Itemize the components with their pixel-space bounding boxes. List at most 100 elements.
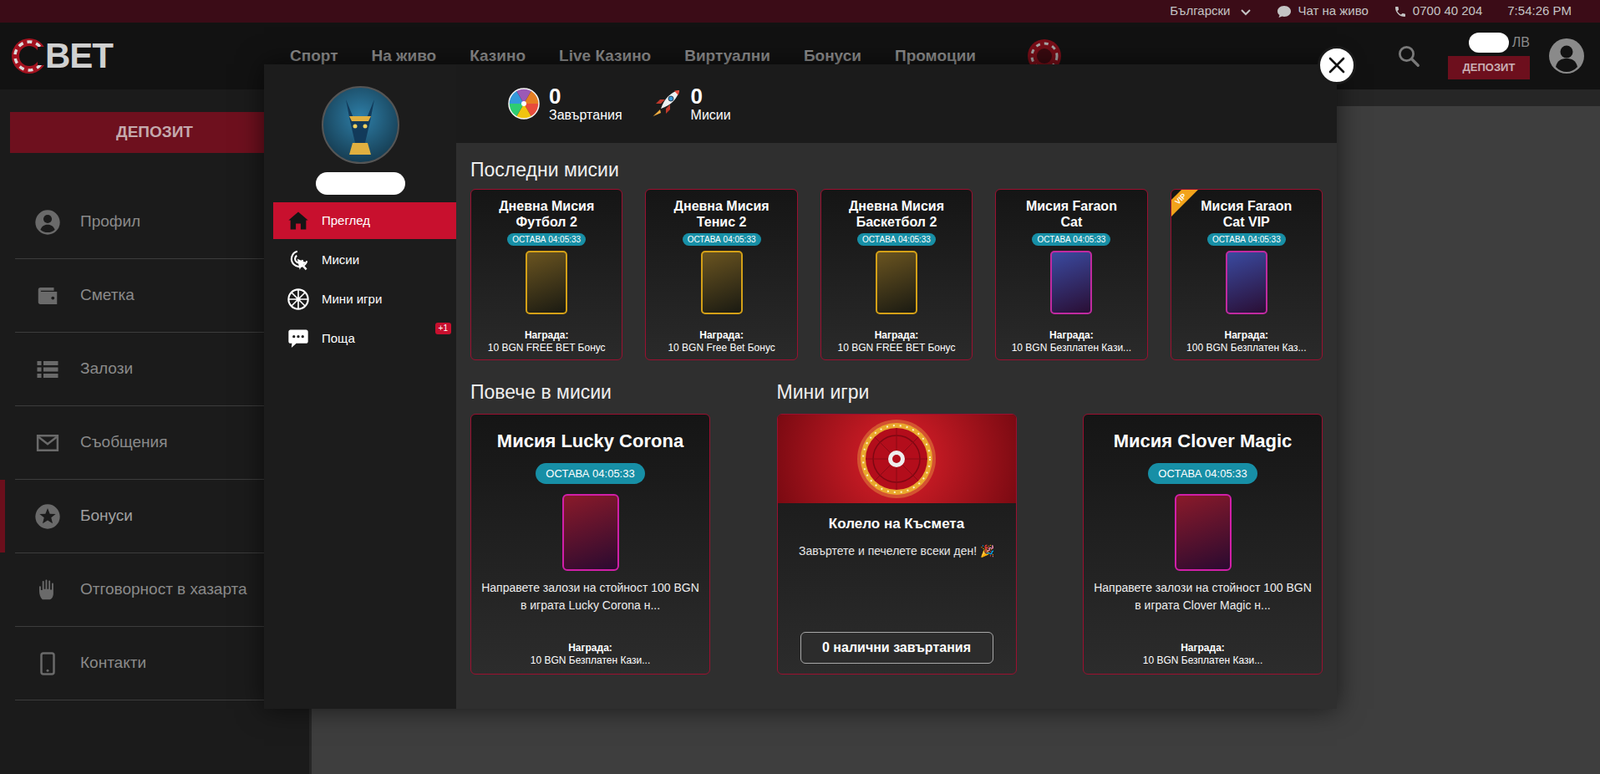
sidebar-item[interactable]: Контакти [15, 626, 301, 701]
mini-game-card[interactable]: Колело на КъсметаЗавъртете и печелете вс… [777, 413, 1017, 675]
chevron-down-icon [1239, 5, 1252, 18]
envelope-icon [33, 428, 62, 458]
header-deposit-button[interactable]: ДЕПОЗИТ [1447, 55, 1530, 80]
game-description: Завъртете и печелете всеки ден! 🎉 [790, 543, 1003, 559]
mission-card[interactable]: Мисия Clover MagicОСТАВА 04:05:33Направе… [1082, 413, 1323, 675]
reward-label: Награда: [524, 324, 569, 342]
clock: 7:54:26 PM [1507, 1, 1572, 21]
mission-title-line: Мисия Faraon [1026, 198, 1118, 214]
avatar[interactable] [321, 86, 400, 164]
mission-card[interactable]: Дневна МисияФутбол 2ОСТАВА 04:05:33Награ… [470, 188, 623, 361]
mission-title-line: Cat VIP [1223, 213, 1270, 230]
stat: 0Завъртания [507, 84, 623, 123]
timer-badge: ОСТАВА 04:05:33 [1207, 233, 1286, 246]
star-icon [33, 502, 62, 531]
mission-title-line: Баскетбол 2 [856, 213, 938, 230]
currency-label: ЛВ [1512, 32, 1530, 53]
modal-content: 0Завъртания0МисииПоследни мисииДневна Ми… [456, 64, 1337, 709]
modal-menu-label[interactable]: Преглед [321, 211, 371, 231]
mission-image [1174, 493, 1232, 571]
mission-title-line: Тенис 2 [696, 213, 747, 230]
hand-icon [33, 575, 62, 605]
sidebar-item[interactable]: Съобщения [15, 406, 301, 480]
close-icon [1327, 55, 1347, 75]
mission-card[interactable]: Мисия Lucky CoronaОСТАВА 04:05:33Направе… [470, 413, 711, 675]
live-chat-link[interactable]: Чат на живо [1276, 1, 1368, 21]
timer-badge: ОСТАВА 04:05:33 [682, 233, 762, 246]
reward-text: 10 BGN FREE BET Бонус [484, 341, 610, 355]
modal-menu-item[interactable]: Поща +1 [273, 320, 457, 357]
timer-badge: ОСТАВА 04:05:33 [857, 233, 936, 246]
sidebar-deposit-button[interactable]: ДЕПОЗИТ [10, 111, 300, 153]
live-chat-label[interactable]: Чат на живо [1297, 1, 1368, 21]
sidebar-item-label[interactable]: Залози [80, 356, 133, 381]
spin-button[interactable]: 0 налични завъртания [800, 631, 994, 664]
mission-title-line: Cat [1061, 213, 1083, 230]
mission-description: Направете залози на стойност 100 BGN в и… [471, 579, 710, 615]
sidebar-item[interactable]: Сметка [15, 259, 301, 333]
stat-label: Мисии [690, 107, 732, 123]
chat-icon [286, 326, 310, 351]
sidebar-item-label[interactable]: Отговорност в хазарта [80, 577, 248, 602]
mission-card[interactable]: Дневна МисияТенис 2ОСТАВА 04:05:33Наград… [645, 188, 798, 361]
phone-number[interactable]: 0700 40 204 [1412, 1, 1483, 21]
sidebar-item-label[interactable]: Бонуси [80, 503, 133, 529]
stat-value: 0 [548, 84, 623, 108]
mission-title: Мисия FaraonCat VIP [1200, 198, 1292, 230]
profile-icon [1548, 37, 1585, 75]
mission-title: Дневна МисияФутбол 2 [498, 198, 595, 230]
header-actions: ЛВДЕПОЗИТ [1396, 32, 1585, 80]
sidebar-item[interactable]: Профил [15, 185, 301, 260]
reward-text: 10 BGN FREE BET Бонус [834, 341, 960, 355]
logo[interactable]: BET [10, 36, 113, 76]
close-button[interactable] [1317, 45, 1357, 85]
reward-label: Награда: [1049, 324, 1094, 342]
modal-menu-item[interactable]: Преглед [273, 202, 457, 239]
mission-description: Направете залози на стойност 100 BGN в и… [1083, 579, 1322, 615]
rocket-icon [649, 86, 683, 121]
sidebar-item-label[interactable]: Съобщения [80, 430, 168, 455]
notification-badge: +1 [435, 322, 452, 335]
language-label[interactable]: Български [1169, 1, 1230, 21]
timer-badge: ОСТАВА 04:05:33 [535, 462, 645, 484]
modal-menu-label[interactable]: Мисии [321, 250, 360, 270]
fortune-wheel-icon [855, 417, 938, 500]
cursor-click-icon [286, 248, 310, 272]
reward-label: Награда: [1180, 636, 1225, 655]
modal-sidebar: Преглед Мисии Мини игри Поща +1 [264, 64, 457, 709]
reward-label: Награда: [874, 324, 920, 342]
sidebar-item[interactable]: Залози [15, 332, 301, 407]
bottom-headings: Повече в мисииМини игри [470, 380, 1323, 404]
wheel-image [777, 414, 1016, 503]
phone-link[interactable]: 0700 40 204 [1393, 1, 1483, 21]
mission-title-line: Мисия Faraon [1200, 198, 1292, 214]
user-icon [33, 208, 62, 237]
logo-text[interactable]: BET [45, 38, 113, 74]
sidebar-item[interactable]: Отговорност в хазарта [15, 553, 301, 627]
sidebar-item-label[interactable]: Сметка [80, 283, 135, 308]
sidebar-item-label[interactable]: Контакти [80, 650, 147, 676]
section-title: Мини игри [777, 380, 1017, 404]
modal-menu-item[interactable]: Мини игри [273, 280, 457, 318]
language-selector[interactable]: Български [1169, 1, 1252, 21]
mission-card[interactable]: Дневна МисияБаскетбол 2ОСТАВА 04:05:33На… [820, 188, 973, 361]
modal-menu-item[interactable]: Мисии [273, 241, 457, 279]
stat: 0Мисии [649, 84, 732, 123]
mission-image [1225, 250, 1268, 315]
sidebar-item[interactable]: Бонуси [15, 479, 301, 554]
reward-text: 10 BGN Безплатен Кази... [530, 654, 651, 667]
mission-card[interactable]: Мисия FaraonCatОСТАВА 04:05:33Награда:10… [995, 188, 1148, 361]
modal-menu-label[interactable]: Поща [321, 329, 356, 349]
reward-text: 10 BGN Free Bet Бонус [664, 341, 778, 355]
top-bar: Български Чат на живо 0700 40 204 7:54:26 P… [0, 0, 1600, 23]
reward-text: 10 BGN Безплатен Кази... [1008, 341, 1135, 355]
list-icon [33, 355, 62, 384]
active-indicator [0, 479, 6, 553]
mission-card[interactable]: VIPМисия FaraonCat VIPОСТАВА 04:05:33Наг… [1170, 188, 1323, 361]
stats-bar: 0Завъртания0Мисии [456, 64, 1337, 143]
mission-image [875, 250, 918, 315]
sidebar-item-label[interactable]: Профил [80, 209, 141, 234]
modal-menu-label[interactable]: Мини игри [321, 289, 382, 310]
sidebar: ДЕПОЗИТ Профил Сметка Залози Съобщения Бонуси… [0, 89, 310, 774]
reward-text: 100 BGN Безплатен Каз... [1183, 341, 1310, 355]
